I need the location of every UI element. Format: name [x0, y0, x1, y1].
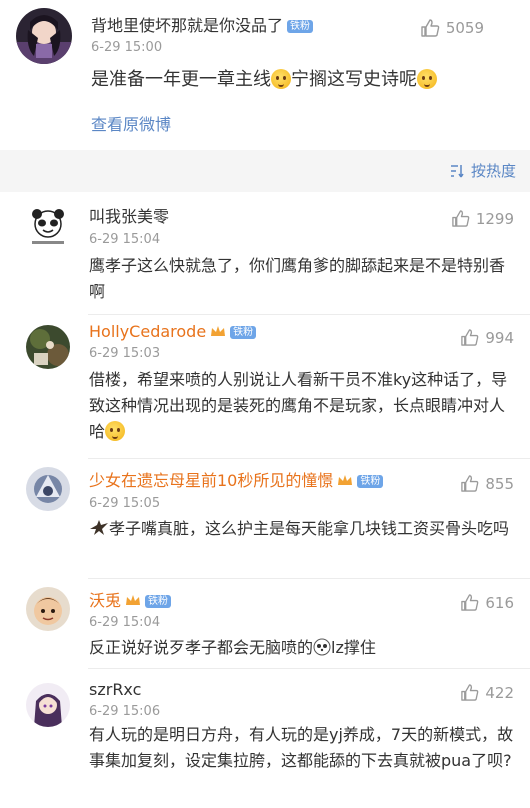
comment-username[interactable]: 叫我张美零: [89, 207, 169, 227]
thumbs-up-icon: [461, 475, 479, 492]
vip-crown-icon: [211, 326, 226, 336]
like-count: 5059: [445, 19, 484, 37]
like-count: 616: [485, 593, 514, 612]
like-button[interactable]: 422: [460, 683, 514, 702]
like-count: 1299: [475, 209, 514, 228]
panda-emoji-icon: [313, 638, 331, 656]
fan-badge: 铁粉: [145, 595, 172, 608]
comment-time: 6-29 15:04: [89, 232, 161, 247]
avatar[interactable]: [26, 683, 70, 727]
view-original-link[interactable]: 查看原微博: [91, 111, 171, 135]
divider: [88, 668, 530, 669]
thinking-emoji-icon: [417, 69, 437, 89]
like-count: 422: [485, 683, 514, 702]
comment-content: 孝子嘴真脏，这么护主是每天能拿几块钱工资买骨头吃吗: [89, 516, 514, 542]
like-button[interactable]: 5059: [420, 18, 484, 38]
thumbs-up-icon: [452, 210, 470, 227]
divider: [88, 314, 530, 315]
like-button[interactable]: 855: [460, 474, 514, 493]
avatar[interactable]: [26, 467, 70, 511]
comment-content: 借楼，希望来喷的人别说让人看新干员不准ky这种话了，导致这种情况出现的是装死的鹰…: [89, 370, 508, 441]
comment-time: 6-29 15:03: [89, 346, 161, 361]
comment-time: 6-29 15:05: [89, 496, 161, 511]
fan-badge: 铁粉: [287, 20, 314, 33]
sort-icon: [450, 164, 464, 177]
avatar[interactable]: [26, 206, 70, 250]
comment-username[interactable]: HollyCedarode 铁粉: [89, 322, 257, 342]
comment-username[interactable]: szrRxc: [89, 680, 141, 700]
smile-emoji-icon: [105, 421, 126, 441]
sort-label: 按热度: [470, 162, 516, 180]
thinking-emoji-icon: [271, 69, 291, 89]
comment-time: 6-29 15:06: [89, 704, 161, 719]
thumbs-up-icon: [421, 19, 440, 37]
divider: [88, 578, 530, 579]
fan-badge: 铁粉: [230, 326, 257, 339]
comment-content: 反正说好说歹孝子都会无脑喷的 lz撑住: [89, 638, 376, 657]
thumbs-up-icon: [461, 684, 479, 701]
comment-username[interactable]: 少女在遗忘母星前10秒所见的憧憬 铁粉: [89, 471, 384, 491]
post-content: 是准备一年更一章主线 宁搁这写史诗呢: [91, 66, 511, 94]
like-count: 855: [485, 474, 514, 493]
post-username[interactable]: 背地里使坏那就是你没品了 铁粉: [91, 16, 314, 36]
comment-time: 6-29 15:04: [89, 615, 161, 630]
vip-crown-icon: [338, 475, 353, 485]
eagle-emoji-icon: [90, 520, 108, 535]
post-time: 6-29 15:00: [91, 40, 163, 55]
comment-content: 有人玩的是明日方舟，有人玩的是yj养成，7天的新模式，故事集加复刻，设定集拉胯，…: [89, 725, 514, 770]
avatar[interactable]: [26, 587, 70, 631]
like-button[interactable]: 994: [460, 328, 514, 347]
thumbs-up-icon: [461, 329, 479, 346]
comment-content: 鹰孝子这么快就急了，你们鹰角爹的脚舔起来是不是特别香啊: [89, 256, 506, 301]
vip-crown-icon: [126, 595, 141, 605]
thumbs-up-icon: [461, 594, 479, 611]
like-button[interactable]: 1299: [451, 209, 514, 228]
fan-badge: 铁粉: [357, 475, 384, 488]
original-post: 背地里使坏那就是你没品了 铁粉 6-29 15:00 5059 是准备一年更一章主…: [0, 0, 530, 150]
sort-button[interactable]: 按热度: [449, 160, 516, 181]
avatar[interactable]: [26, 325, 70, 369]
divider: [88, 458, 530, 459]
comment-username[interactable]: 沃兎 铁粉: [89, 591, 172, 611]
like-count: 994: [485, 328, 514, 347]
avatar[interactable]: [16, 8, 72, 64]
like-button[interactable]: 616: [460, 593, 514, 612]
